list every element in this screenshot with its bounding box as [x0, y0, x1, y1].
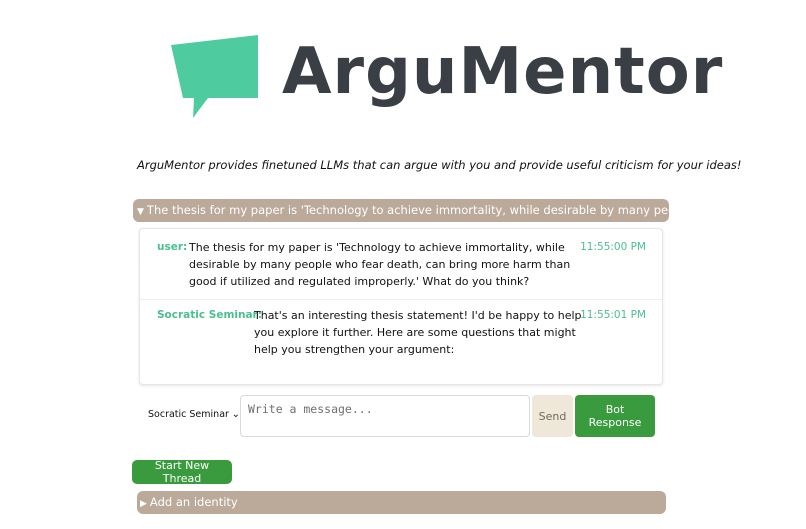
chat-panel: user: The thesis for my paper is 'Techno… [139, 228, 663, 385]
message-sender: user: [157, 241, 188, 253]
tagline: ArguMentor provides finetuned LLMs that … [137, 158, 742, 172]
chevron-down-icon: ⌄ [231, 409, 240, 420]
caret-right-icon: ▶ [140, 499, 147, 509]
thread-title: The thesis for my paper is 'Technology t… [146, 203, 669, 217]
message-text: The thesis for my paper is 'Technology t… [189, 241, 571, 288]
caret-down-icon: ▼ [137, 207, 144, 217]
message-text: That's an interesting thesis statement! … [254, 309, 582, 356]
app-name: ArguMentor [282, 35, 724, 109]
message-sender: Socratic Seminar: [157, 309, 262, 321]
persona-select[interactable]: Socratic Seminar ⌄ [148, 400, 242, 430]
chat-message: Socratic Seminar: That's an interesting … [140, 299, 662, 369]
persona-select-value: Socratic Seminar [148, 409, 229, 420]
thread-disclosure[interactable]: ▼ The thesis for my paper is 'Technology … [133, 199, 669, 222]
add-identity-disclosure[interactable]: ▶ Add an identity [137, 491, 666, 514]
start-new-thread-button[interactable]: Start New Thread [132, 459, 232, 485]
message-timestamp: 11:55:00 PM [580, 241, 646, 253]
send-button[interactable]: Send [532, 395, 573, 437]
message-timestamp: 11:55:01 PM [580, 309, 646, 321]
speech-bubble-icon [171, 35, 258, 118]
chat-message: user: The thesis for my paper is 'Techno… [140, 229, 662, 300]
add-identity-label: Add an identity [149, 495, 238, 509]
app-logo: ArguMentor [168, 32, 722, 124]
bot-response-button[interactable]: Bot Response [575, 395, 655, 437]
message-input[interactable] [240, 395, 530, 437]
